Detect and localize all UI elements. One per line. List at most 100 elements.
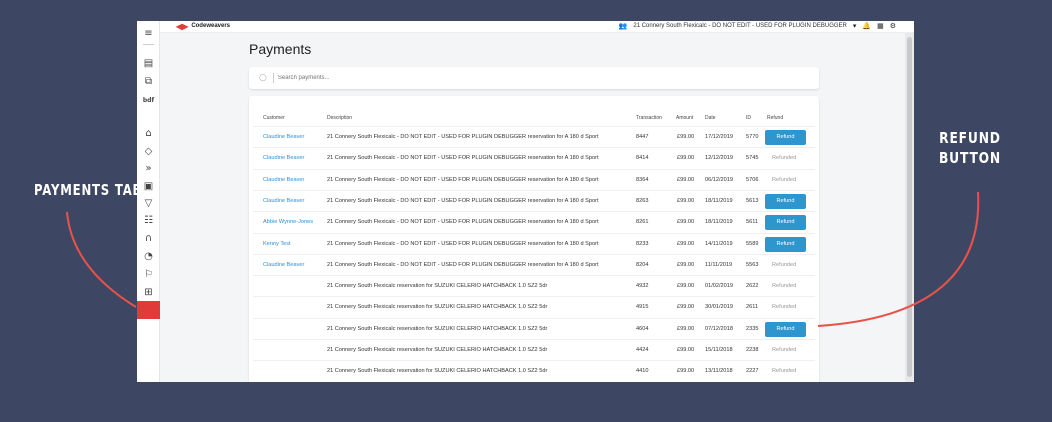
refund-button[interactable]: Refund <box>765 193 806 209</box>
header-id: ID <box>746 115 751 121</box>
tag-box-icon[interactable]: ⧉ <box>141 75 156 88</box>
date-cell: 01/02/2019 <box>705 283 733 290</box>
refund-button[interactable]: Refund <box>765 215 806 231</box>
annotation-payments-tab: Payments tab <box>34 181 143 199</box>
refund-button[interactable]: Refund <box>765 130 806 145</box>
account-area: 👥 21 Connery South Flexicalc - DO NOT ED… <box>619 22 896 31</box>
id-cell: 5613 <box>746 197 759 204</box>
report-icon[interactable]: ☷ <box>141 214 156 227</box>
transaction-cell: 8414 <box>636 155 649 162</box>
refund-button[interactable]: Refund <box>765 236 806 252</box>
amount-cell: £99.00 <box>677 325 695 332</box>
customer-link[interactable]: Claudine Beaver <box>263 148 304 169</box>
car-icon[interactable]: ▣ <box>141 180 156 193</box>
payments-table: Customer Description Transaction Amount … <box>249 96 819 382</box>
customer-link[interactable]: Kenny Test <box>263 234 291 255</box>
sitemap-icon[interactable]: ⊞ <box>141 286 156 299</box>
refund-button[interactable]: Refund <box>765 321 806 337</box>
refunded-status: Refunded <box>772 347 797 353</box>
id-cell: 5611 <box>746 219 759 226</box>
amount-cell: £99.00 <box>677 240 695 247</box>
header-description: Description <box>327 115 353 121</box>
header-transaction: Transaction <box>636 115 662 121</box>
scrollbar[interactable] <box>905 33 914 382</box>
table-row: 21 Connery South Flexicalc reservation f… <box>253 339 815 360</box>
grid-icon[interactable]: ▦ <box>877 22 884 31</box>
customer-link[interactable]: Claudine Beaver <box>263 170 304 191</box>
id-cell: 5563 <box>746 261 759 268</box>
bell-icon[interactable]: 🔔 <box>862 22 871 31</box>
description-cell: 21 Connery South Flexicalc - DO NOT EDIT… <box>327 176 599 183</box>
customer-link[interactable]: Claudine Beaver <box>263 255 304 276</box>
id-cell: 5745 <box>746 155 759 162</box>
document-icon[interactable]: ▤ <box>141 57 156 70</box>
table-row: 21 Connery South Flexicalc reservation f… <box>253 296 815 317</box>
description-cell: 21 Connery South Flexicalc reservation f… <box>327 325 548 332</box>
table-row: Abbie Wynne-Jones 21 Connery South Flexic… <box>253 211 815 232</box>
id-cell: 5589 <box>746 240 759 247</box>
transaction-cell: 4424 <box>636 347 649 353</box>
transaction-cell: 4915 <box>636 304 649 311</box>
search-bar: ○ <box>249 67 819 89</box>
app-window: ≡ ▤ ⧉ bdf ⌂ ◇ » ▣ ▽ ☷ ∩ ◔ ⚐ ⊞ ▭ ◀▶ Codew… <box>137 21 914 382</box>
transaction-cell: 4410 <box>636 368 649 375</box>
customer-link[interactable]: Claudine Beaver <box>263 191 304 212</box>
description-cell: 21 Connery South Flexicalc - DO NOT EDIT… <box>327 134 599 140</box>
caret-down-icon[interactable]: ▾ <box>853 22 857 31</box>
description-cell: 21 Connery South Flexicalc - DO NOT EDIT… <box>327 155 599 162</box>
date-cell: 11/11/2019 <box>705 261 733 268</box>
routing-icon[interactable]: ∩ <box>141 232 156 245</box>
transaction-cell: 8364 <box>636 176 649 183</box>
brand-name: Codeweavers <box>191 23 230 29</box>
date-cell: 06/12/2019 <box>705 176 733 183</box>
id-cell: 2238 <box>746 347 759 353</box>
scrollbar-thumb[interactable] <box>907 37 912 377</box>
top-bar: ◀▶ Codeweavers 👥 21 Connery South Flexic… <box>160 21 914 33</box>
search-input[interactable] <box>277 75 678 81</box>
transaction-cell: 4932 <box>636 283 649 290</box>
date-cell: 30/01/2019 <box>705 304 733 311</box>
wallet-icon[interactable]: ▭ <box>137 301 160 319</box>
amount-cell: £99.00 <box>677 347 695 353</box>
flag-icon[interactable]: ⚐ <box>141 268 156 281</box>
date-cell: 18/11/2019 <box>705 197 733 204</box>
tachometer-icon[interactable]: ◔ <box>141 250 156 263</box>
brand-logo[interactable]: ◀▶ Codeweavers <box>176 22 230 31</box>
menu-icon[interactable]: ≡ <box>141 27 156 40</box>
refunded-status: Refunded <box>772 283 797 290</box>
id-cell: 2227 <box>746 368 759 375</box>
transaction-cell: 8261 <box>636 219 649 226</box>
date-cell: 14/11/2019 <box>705 240 733 247</box>
amount-cell: £99.00 <box>677 176 695 183</box>
transaction-cell: 8233 <box>636 240 649 247</box>
customer-link[interactable]: Abbie Wynne-Jones <box>263 212 313 233</box>
filter-icon[interactable]: ▽ <box>141 197 156 210</box>
table-row: Kenny Test 21 Connery South Flexicalc - D… <box>253 232 815 255</box>
table-row: Claudine Beaver 21 Connery South Flexical… <box>253 168 815 191</box>
sidebar-divider <box>143 44 154 45</box>
refunded-status: Refunded <box>772 155 797 162</box>
bank-icon[interactable]: ⌂ <box>141 127 156 140</box>
main-content: Payments ○ Customer Description Transact… <box>160 33 905 382</box>
date-cell: 12/12/2019 <box>705 155 733 162</box>
amount-cell: £99.00 <box>677 197 695 204</box>
customer-link[interactable]: Claudine Beaver <box>263 127 304 148</box>
id-cell: 5706 <box>746 176 759 183</box>
refunded-status: Refunded <box>772 261 797 268</box>
search-icon: ○ <box>259 73 267 83</box>
description-cell: 21 Connery South Flexicalc reservation f… <box>327 368 548 375</box>
amount-cell: £99.00 <box>677 368 695 375</box>
tag-icon[interactable]: ◇ <box>141 145 156 158</box>
sidebar: ≡ ▤ ⧉ bdf ⌂ ◇ » ▣ ▽ ☷ ∩ ◔ ⚐ ⊞ ▭ <box>137 21 160 382</box>
cogs-icon[interactable]: ⚙ <box>890 22 896 31</box>
description-cell: 21 Connery South Flexicalc reservation f… <box>327 347 548 353</box>
description-cell: 21 Connery South Flexicalc reservation f… <box>327 283 548 290</box>
amount-cell: £99.00 <box>677 155 695 162</box>
account-name[interactable]: 21 Connery South Flexicalc - DO NOT EDIT… <box>633 22 847 31</box>
date-cell: 07/12/2018 <box>705 325 733 332</box>
payments-tab-arrow <box>66 211 137 308</box>
date-cell: 15/11/2018 <box>705 347 733 353</box>
description-cell: 21 Connery South Flexicalc - DO NOT EDIT… <box>327 197 599 204</box>
double-chevron-icon[interactable]: » <box>141 162 156 175</box>
bmf-icon[interactable]: bdf <box>141 94 156 107</box>
